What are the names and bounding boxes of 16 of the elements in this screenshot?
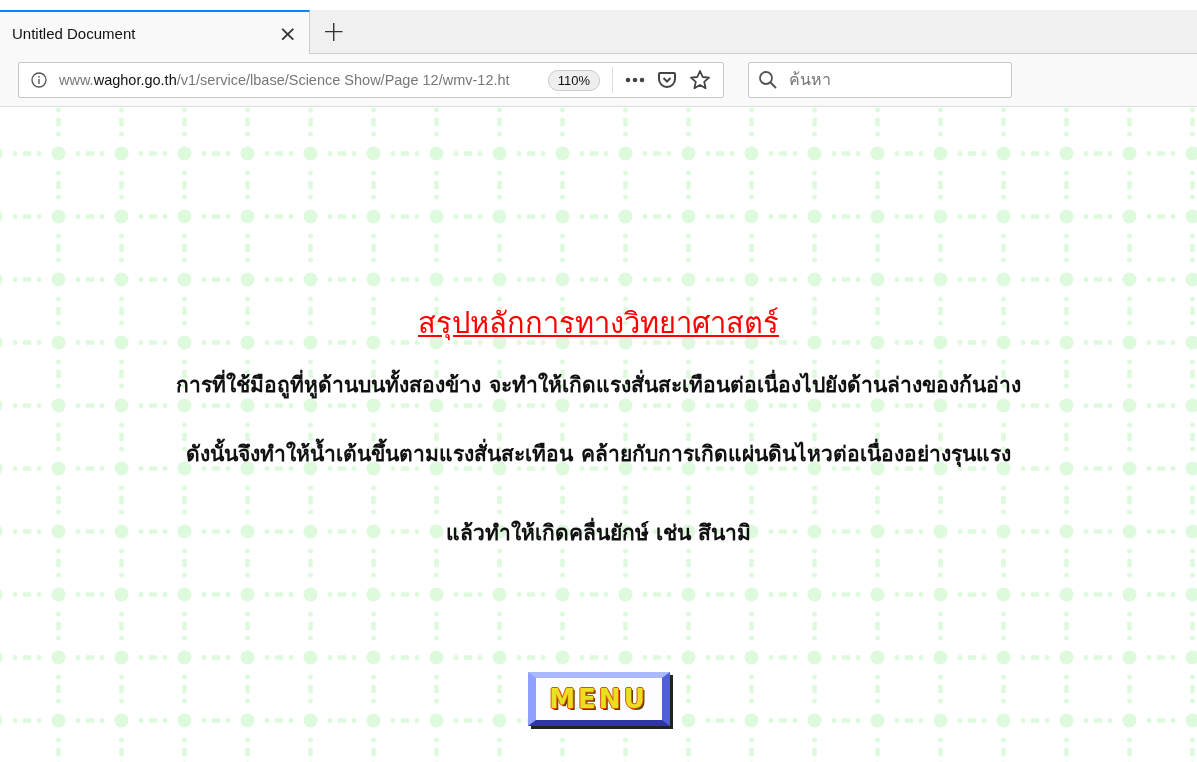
tab-title: Untitled Document bbox=[12, 24, 136, 42]
close-tab-button[interactable]: × bbox=[278, 20, 297, 46]
page-heading: สรุปหลักการทางวิทยาศาสตร์ bbox=[418, 305, 779, 343]
body-text: แล้วทำให้เกิดคลื่นยักษ์ เช่น สึนามิ bbox=[445, 513, 752, 553]
search-field[interactable]: ค้นหา bbox=[748, 62, 1012, 98]
body-text: การที่ใช้มือถูที่หูด้านบนทั้งสองข้าง จะทำให้เกิดแรงสั่นสะเทือนต่อเนื่องไปยังด้านล่างของก้นอ่าง bbox=[176, 365, 1021, 405]
url-text: www.waghor.go.th/v1/service/lbase/Science Show/Page 12/wmv-12.ht bbox=[59, 72, 511, 88]
more-icon[interactable] bbox=[625, 77, 645, 83]
pocket-icon[interactable] bbox=[657, 70, 677, 90]
address-bar[interactable]: www.waghor.go.th/v1/service/lbase/Science Show/Page 12/wmv-12.ht 110% bbox=[18, 62, 724, 98]
browser-tab[interactable]: Untitled Document × bbox=[0, 10, 310, 54]
zoom-badge[interactable]: 110% bbox=[547, 69, 600, 91]
body-text: ดังนั้นจึงทำให้น้ำเต้นขึ้นตามแรงสั่นสะเทือน คล้ายกับการเกิดแผ่นดินไหวต่อเนื่องอย่างรุนแรง bbox=[186, 434, 1011, 474]
info-icon[interactable] bbox=[31, 72, 47, 88]
star-icon[interactable] bbox=[689, 69, 711, 91]
new-tab-button[interactable]: + bbox=[310, 10, 358, 53]
